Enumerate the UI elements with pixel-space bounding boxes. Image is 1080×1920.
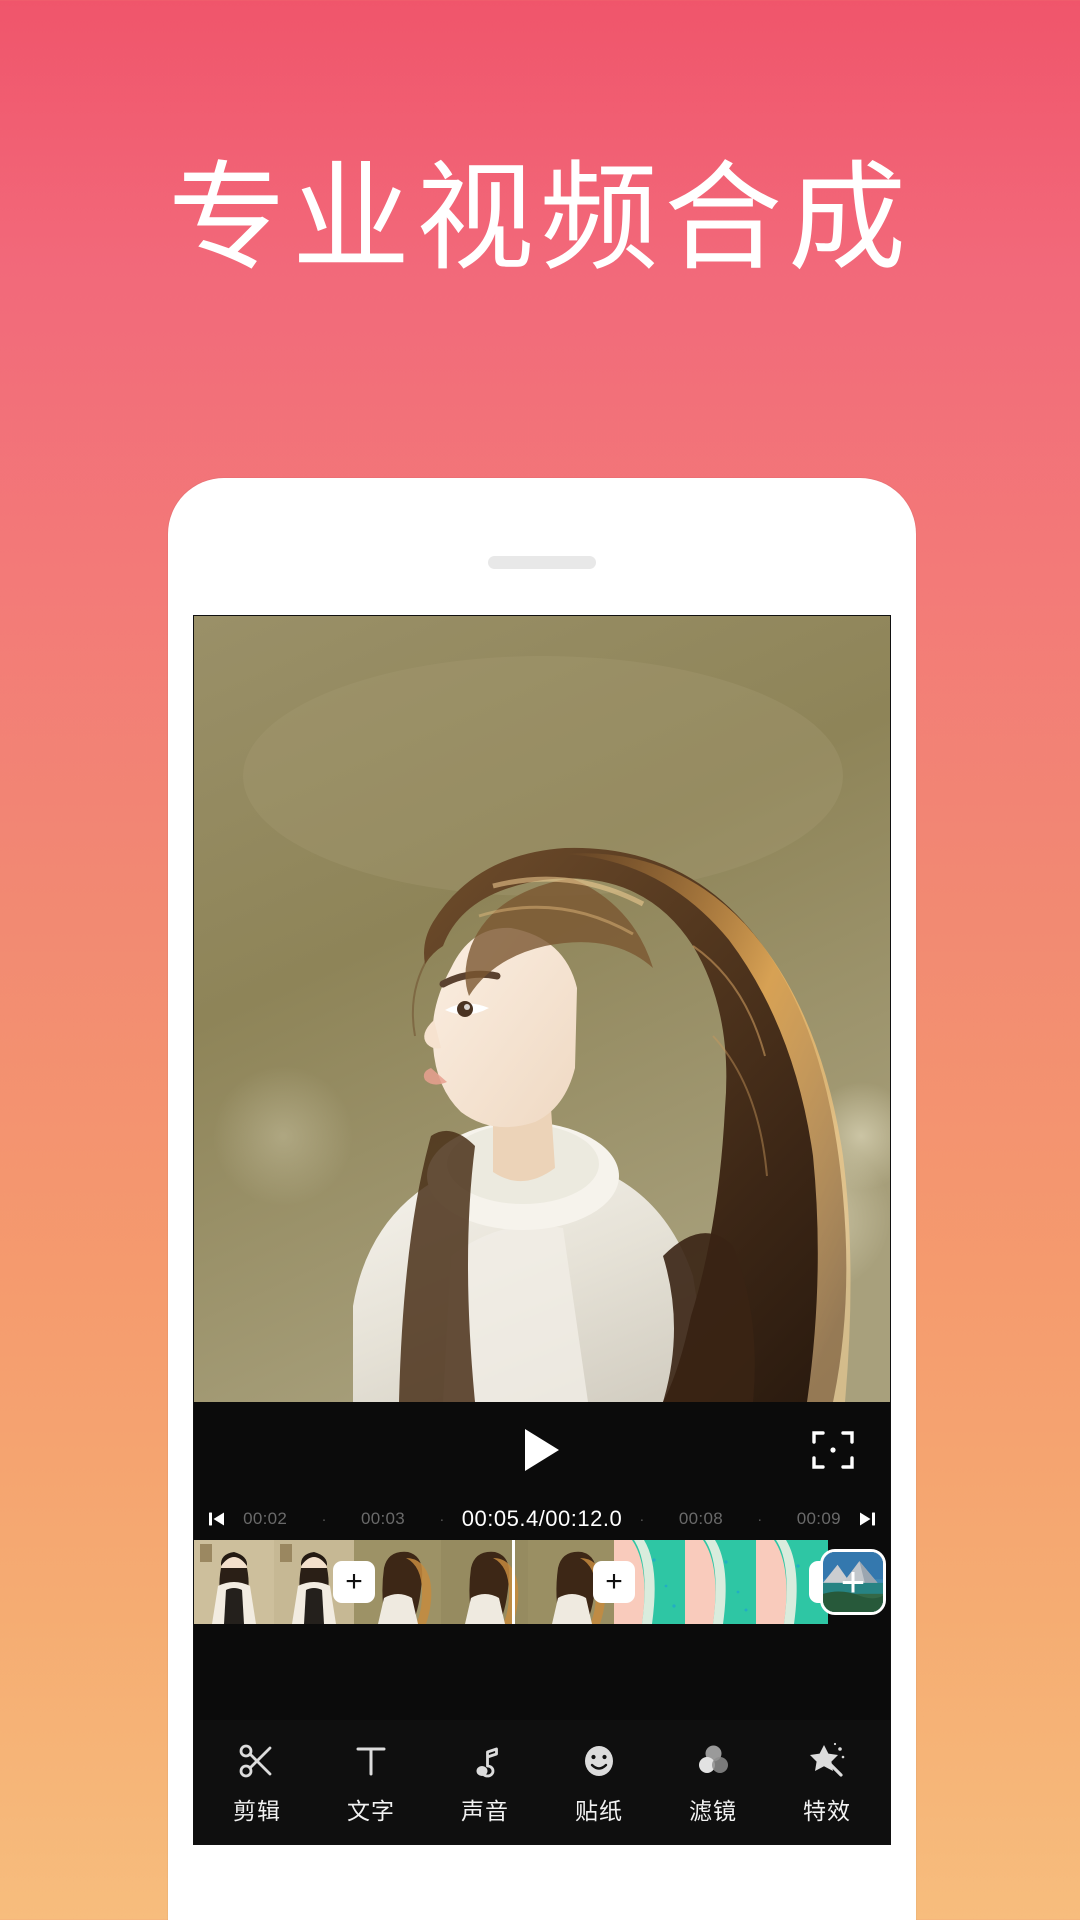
skip-to-end-icon[interactable] [858,1510,876,1528]
filter-circles-icon [693,1739,733,1781]
toolbar-item-sound[interactable]: 声音 [437,1739,533,1826]
transition-add-button[interactable]: + [593,1561,635,1603]
editor-toolbar: 剪辑 文字 声音 贴纸 滤镜 特效 [194,1720,890,1844]
ruler-tick-label: 00:03 [361,1509,406,1528]
timeline-playhead[interactable] [512,1540,515,1624]
text-t-icon [351,1739,391,1781]
toolbar-item-effects[interactable]: 特效 [779,1739,875,1826]
smiley-sticker-icon [579,1739,619,1781]
toolbar-item-label: 文字 [347,1797,395,1824]
toolbar-item-label: 声音 [461,1797,509,1824]
scissors-icon [237,1739,277,1781]
clip-thumbnail [194,1540,354,1624]
ruler-tick-dot: · [639,1510,645,1528]
crop-frame-icon[interactable] [810,1427,856,1473]
toolbar-item-clip[interactable]: 剪辑 [209,1739,305,1826]
toolbar-item-sticker[interactable]: 贴纸 [551,1739,647,1826]
timeline-clip[interactable] [614,1540,828,1624]
timeline-clip[interactable] [194,1540,354,1624]
ruler-tick-dot: · [321,1510,327,1528]
timeline-clip-strip[interactable]: + + + [194,1540,890,1624]
page-title: 专业视频合成 [167,153,912,285]
ruler-ticks-left: 00:02 · 00:03 · [226,1509,462,1529]
toolbar-item-label: 滤镜 [689,1797,737,1824]
ruler-tick-dot: · [757,1510,763,1528]
ruler-ticks-right: · 00:08 · 00:09 [622,1509,858,1529]
toolbar-item-label: 特效 [803,1797,851,1824]
transition-add-button[interactable]: + [333,1561,375,1603]
play-icon[interactable] [525,1429,559,1471]
ruler-tick-label: 00:08 [678,1509,723,1528]
toolbar-item-label: 贴纸 [575,1797,623,1824]
ruler-tick-label: 00:02 [243,1509,288,1528]
ruler-tick-dot: · [439,1510,445,1528]
video-preview[interactable] [194,616,890,1402]
app-screen: 00:02 · 00:03 · 00:05.4/00:12.0 · 00:08 … [193,615,891,1845]
toolbar-item-text[interactable]: 文字 [323,1739,419,1826]
magic-wand-star-icon [807,1739,847,1781]
timeline-clip[interactable] [354,1540,614,1624]
ruler-tick-label: 00:09 [796,1509,841,1528]
player-controls-bar [194,1402,890,1498]
timeline-ruler[interactable]: 00:02 · 00:03 · 00:05.4/00:12.0 · 00:08 … [194,1498,890,1540]
earpiece-speaker-icon [488,556,596,569]
phone-mockup: 00:02 · 00:03 · 00:05.4/00:12.0 · 00:08 … [168,478,916,1920]
clip-thumbnail [614,1540,828,1624]
toolbar-item-label: 剪辑 [233,1797,281,1824]
clip-thumbnail [354,1540,614,1624]
add-media-plus-icon: + [823,1552,883,1612]
toolbar-item-filter[interactable]: 滤镜 [665,1739,761,1826]
current-time-label: 00:05.4/00:12.0 [461,1506,623,1531]
music-note-icon [465,1739,505,1781]
video-preview-frame [194,616,890,1402]
add-media-button[interactable]: + [820,1549,886,1615]
skip-to-start-icon[interactable] [208,1510,226,1528]
